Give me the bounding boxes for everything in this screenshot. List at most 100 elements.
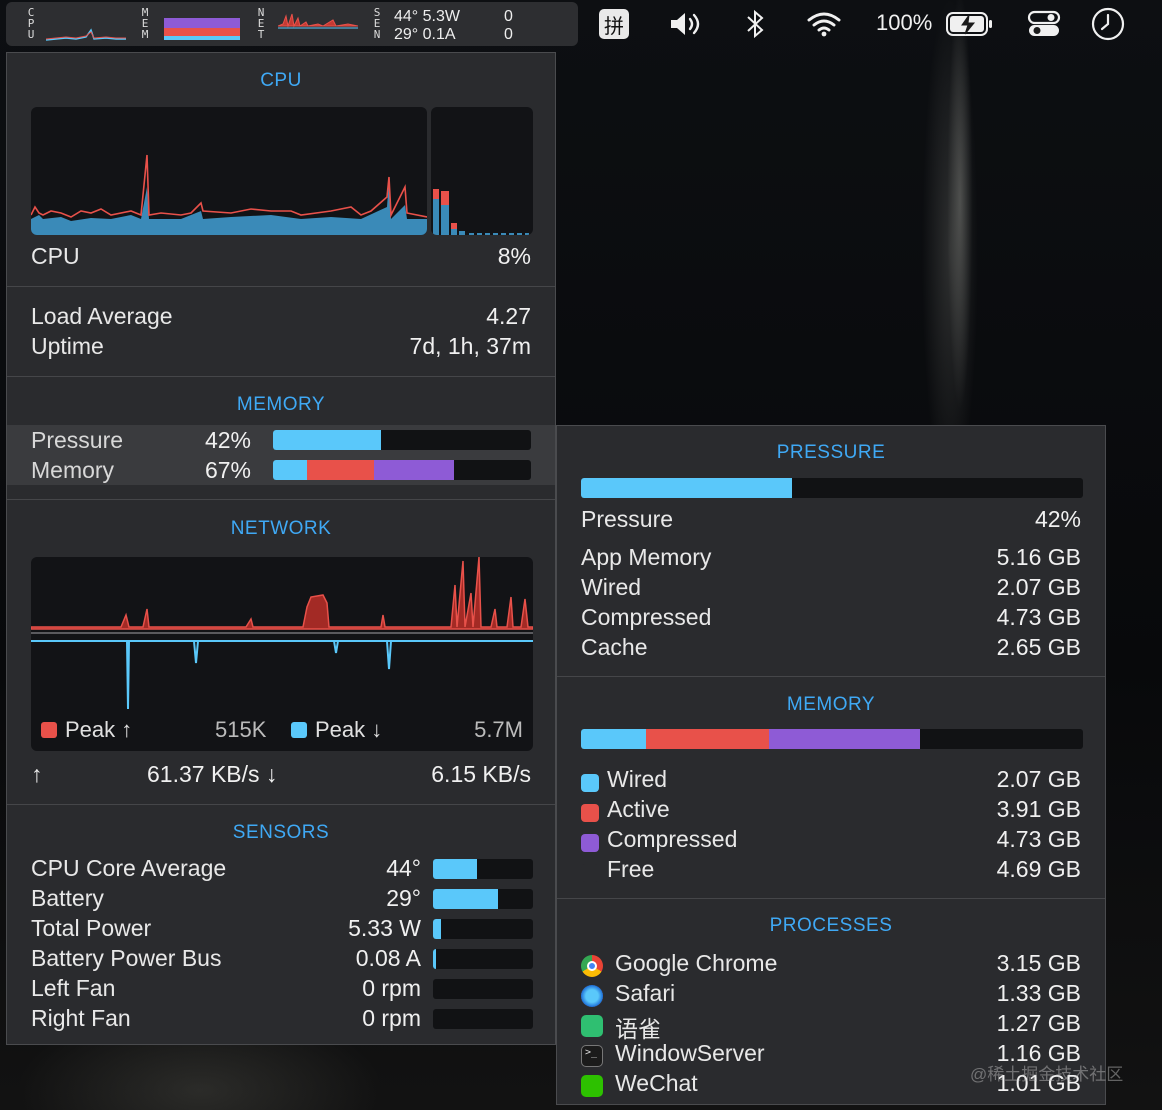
divider bbox=[557, 676, 1105, 677]
peak-upload-value: 515K bbox=[215, 717, 267, 742]
process-memory: 1.27 GB bbox=[996, 1010, 1081, 1036]
memory-label: Memory bbox=[31, 457, 115, 483]
processes-section-title: PROCESSES bbox=[769, 915, 893, 936]
sensor-bar bbox=[433, 979, 533, 999]
upload-color-swatch bbox=[41, 722, 57, 738]
sensor-label: CPU Core Average bbox=[31, 855, 227, 881]
memory-value: 67% bbox=[204, 457, 251, 483]
memory-detail-bar bbox=[581, 729, 1083, 749]
terminal-icon: >_ bbox=[581, 1045, 603, 1067]
pressure-bar bbox=[273, 430, 531, 450]
battery-percent[interactable]: 100% bbox=[876, 10, 932, 36]
cpu-value: 8% bbox=[497, 243, 531, 269]
volume-icon[interactable] bbox=[666, 8, 706, 40]
memory-detail-segment-active bbox=[646, 729, 770, 749]
divider bbox=[7, 804, 555, 805]
sensor-summary-row1: 44° 5.3W bbox=[394, 8, 460, 25]
sen-mini-label: SEN bbox=[373, 6, 381, 41]
pressure-section-title: PRESSURE bbox=[776, 442, 886, 463]
download-color-swatch bbox=[291, 722, 307, 738]
sensor-bar bbox=[433, 919, 533, 939]
cpu-mini-label: CPU bbox=[27, 6, 35, 41]
sensor-summary-row2: 29° 0.1A bbox=[394, 26, 456, 43]
uptime-value: 7d, 1h, 37m bbox=[409, 333, 531, 359]
cpu-history-graph bbox=[31, 107, 427, 235]
memory-detail-panel: PRESSURE Pressure 42% App Memory 5.16 GB W… bbox=[556, 425, 1106, 1105]
clock-icon[interactable] bbox=[1090, 7, 1126, 41]
memory-breakdown-label: Wired bbox=[607, 766, 668, 792]
pressure-value: 42% bbox=[204, 427, 251, 453]
sensor-value: 29° bbox=[386, 885, 421, 911]
mem-mini-graph bbox=[164, 18, 240, 40]
watermark: @稀土掘金技术社区 bbox=[970, 1065, 1124, 1084]
pressure-detail-bar-fill bbox=[581, 478, 792, 498]
yuque-icon bbox=[581, 1015, 603, 1037]
sensor-bar-fill bbox=[433, 949, 436, 969]
sensor-bar bbox=[433, 949, 533, 969]
load-average-value: 4.27 bbox=[486, 303, 531, 329]
stats-menubar-strip[interactable]: CPU MEM NET SEN 44° 5.3W 29° 0.1A 0 0 bbox=[6, 2, 578, 46]
memory-color-swatch bbox=[581, 834, 599, 852]
stats-main-panel: CPU CPU 8% Load Average 4.27 Uptime 7d, … bbox=[6, 52, 556, 1045]
memory-breakdown-label: Compressed bbox=[607, 826, 738, 852]
sensor-bar-fill bbox=[433, 919, 441, 939]
memory-segment-active bbox=[306, 460, 374, 480]
pressure-bar-fill bbox=[273, 430, 382, 450]
divider bbox=[557, 898, 1105, 899]
sensor-label: Total Power bbox=[31, 915, 152, 941]
memory-detail-label: Cache bbox=[581, 634, 648, 660]
download-rate: 6.15 KB/s bbox=[431, 761, 531, 787]
sensors-section-title: SENSORS bbox=[232, 822, 330, 843]
memory-breakdown-value: 2.07 GB bbox=[996, 766, 1081, 792]
cpu-core-bars bbox=[431, 107, 533, 235]
memory-segment-wired bbox=[273, 460, 307, 480]
upload-rate: 61.37 KB/s ↓ bbox=[147, 761, 278, 787]
pressure-label: Pressure bbox=[31, 427, 124, 453]
battery-charging-icon[interactable] bbox=[944, 8, 996, 40]
network-section-title: NETWORK bbox=[230, 518, 332, 539]
sensor-value: 5.33 W bbox=[348, 915, 421, 941]
mem-mini-label: MEM bbox=[141, 6, 149, 41]
memory-color-swatch bbox=[581, 804, 599, 822]
memory-detail-label: Compressed bbox=[581, 604, 712, 630]
memory-detail-value: 4.73 GB bbox=[996, 604, 1081, 630]
memory-section-title: MEMORY bbox=[236, 394, 326, 415]
sensor-summary-row1b: 0 bbox=[504, 8, 513, 25]
sensor-value: 0.08 A bbox=[355, 945, 421, 971]
bluetooth-icon[interactable] bbox=[740, 8, 770, 40]
sensor-value: 44° bbox=[386, 855, 421, 881]
process-name: Google Chrome bbox=[615, 950, 778, 976]
process-name: Safari bbox=[615, 980, 676, 1006]
memory-breakdown-value: 3.91 GB bbox=[996, 796, 1081, 822]
sensor-summary-row2b: 0 bbox=[504, 26, 513, 43]
cpu-section-title: CPU bbox=[260, 70, 302, 91]
memory-detail-value: 2.07 GB bbox=[996, 574, 1081, 600]
input-method-icon[interactable]: 拼 bbox=[598, 8, 630, 40]
sensor-label: Battery Power Bus bbox=[31, 945, 222, 971]
memory-summary-row[interactable]: Pressure 42% Memory 67% bbox=[7, 425, 555, 485]
terminal-prompt: >_ bbox=[585, 1047, 598, 1058]
sensor-label: Right Fan bbox=[31, 1005, 131, 1031]
control-center-icon[interactable] bbox=[1026, 8, 1062, 40]
sensor-value: 0 rpm bbox=[362, 1005, 421, 1031]
memory-detail-label: App Memory bbox=[581, 544, 712, 570]
net-mini-graph bbox=[278, 13, 358, 29]
process-name: WeChat bbox=[615, 1070, 698, 1096]
process-name: WindowServer bbox=[615, 1040, 765, 1066]
wechat-icon bbox=[581, 1075, 603, 1097]
memory-detail-segment-wired bbox=[581, 729, 647, 749]
wifi-icon[interactable] bbox=[806, 8, 842, 40]
process-memory: 1.33 GB bbox=[996, 980, 1081, 1006]
peak-download-legend: Peak ↓ bbox=[291, 717, 382, 743]
sensor-label: Battery bbox=[31, 885, 104, 911]
network-graph: Peak ↑ 515K Peak ↓ 5.7M bbox=[31, 557, 533, 751]
memory-breakdown-value: 4.73 GB bbox=[996, 826, 1081, 852]
memory-segment-compressed bbox=[373, 460, 454, 480]
pressure-detail-bar bbox=[581, 478, 1083, 498]
sensor-bar bbox=[433, 889, 533, 909]
memory-detail-value: 2.65 GB bbox=[996, 634, 1081, 660]
sensor-value: 0 rpm bbox=[362, 975, 421, 1001]
memory-detail-segment-compressed bbox=[769, 729, 920, 749]
net-mini-label: NET bbox=[257, 6, 265, 41]
chrome-center bbox=[587, 961, 597, 971]
